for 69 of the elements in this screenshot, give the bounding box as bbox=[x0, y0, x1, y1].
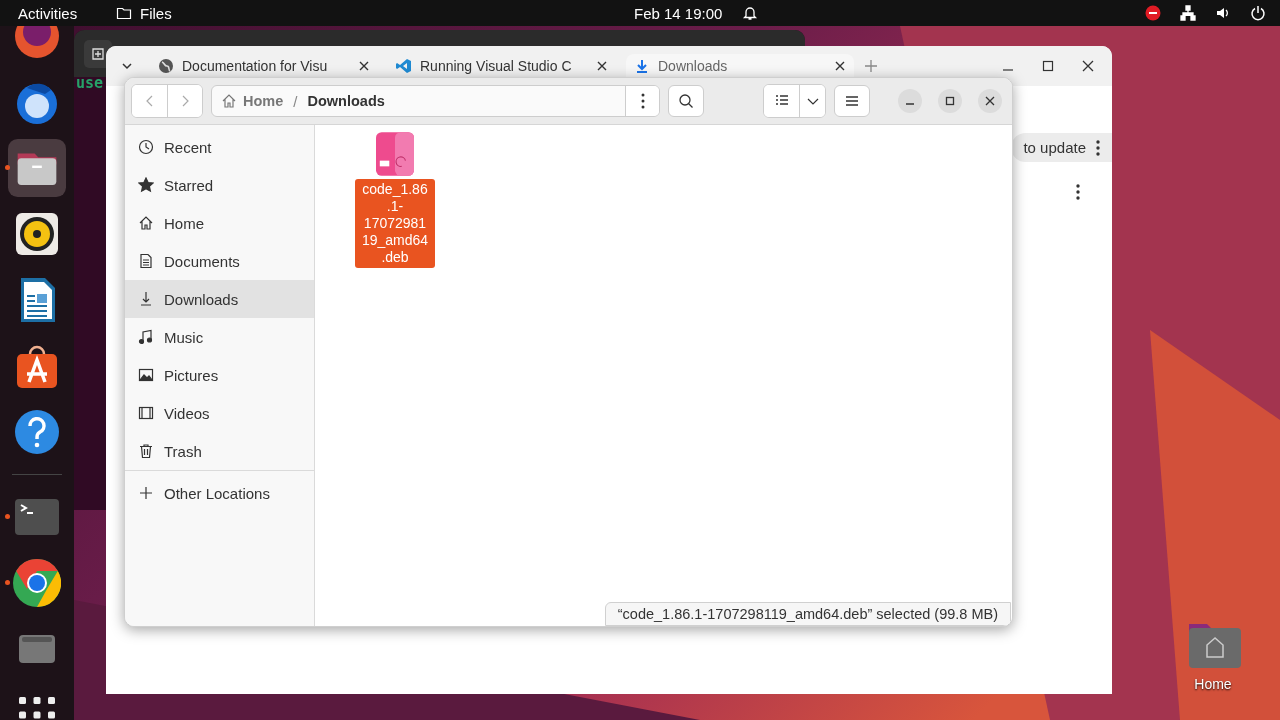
status-bar: “code_1.86.1-1707298119_amd64.deb” selected (99.8 MB) bbox=[604, 602, 1011, 626]
home-icon bbox=[138, 215, 154, 231]
close-icon bbox=[985, 96, 995, 106]
close-icon[interactable] bbox=[834, 60, 846, 72]
trash-icon bbox=[138, 443, 154, 459]
speaker-icon[interactable] bbox=[13, 210, 61, 258]
sidebar-item[interactable]: Trash bbox=[125, 432, 314, 470]
path-segment[interactable]: Downloads bbox=[307, 93, 385, 109]
bell-icon[interactable] bbox=[742, 5, 759, 21]
path-separator: / bbox=[292, 92, 299, 110]
sidebar-item[interactable]: Downloads bbox=[125, 280, 314, 318]
more-icon[interactable] bbox=[1076, 184, 1080, 200]
download-icon bbox=[634, 58, 650, 74]
minimize-button[interactable] bbox=[898, 89, 922, 113]
power-icon[interactable] bbox=[1250, 5, 1266, 21]
search-button[interactable] bbox=[668, 85, 704, 117]
sidebar-item[interactable]: Pictures bbox=[125, 356, 314, 394]
path-segment[interactable]: Home bbox=[243, 93, 284, 109]
volume-icon[interactable] bbox=[1215, 5, 1231, 21]
maximize-icon[interactable] bbox=[1042, 60, 1054, 72]
close-icon[interactable] bbox=[596, 60, 608, 72]
other-locations-item[interactable]: Other Locations bbox=[125, 471, 314, 515]
package-icon[interactable] bbox=[376, 132, 414, 176]
file-name[interactable]: code_1.86.1-1707298119_amd64.deb bbox=[355, 179, 435, 268]
help-icon[interactable] bbox=[13, 408, 61, 456]
more-icon bbox=[1096, 139, 1100, 156]
folder-icon bbox=[116, 5, 132, 21]
menu-icon bbox=[845, 94, 859, 108]
browser-tab[interactable]: Documentation for Visu bbox=[150, 54, 378, 78]
film-icon bbox=[138, 405, 154, 421]
browser-tab[interactable]: Downloads bbox=[626, 54, 854, 78]
more-icon bbox=[640, 93, 645, 109]
desktop-icon-label[interactable]: Home bbox=[1194, 676, 1232, 692]
minimize-icon bbox=[905, 103, 915, 105]
close-button[interactable] bbox=[978, 89, 1002, 113]
clock[interactable]: Feb 14 19:00 bbox=[634, 4, 723, 22]
sidebar-item[interactable]: Home bbox=[125, 204, 314, 242]
file-manager-icon[interactable] bbox=[8, 139, 66, 197]
code-editor-icon bbox=[396, 58, 412, 74]
home-icon bbox=[221, 93, 237, 109]
app-menu[interactable]: Files bbox=[140, 4, 172, 22]
sidebar-item[interactable]: Music bbox=[125, 318, 314, 356]
activities-button[interactable]: Activities bbox=[0, 4, 116, 22]
menu-button[interactable] bbox=[834, 85, 870, 117]
close-icon[interactable] bbox=[1082, 60, 1094, 72]
network-icon[interactable] bbox=[1180, 5, 1196, 21]
globe-icon bbox=[158, 58, 174, 74]
close-icon[interactable] bbox=[358, 60, 370, 72]
document-icon bbox=[138, 253, 154, 269]
plus-icon bbox=[138, 485, 154, 501]
browser-icon[interactable] bbox=[13, 26, 61, 60]
sidebar-item[interactable]: Starred bbox=[125, 166, 314, 204]
maximize-button[interactable] bbox=[938, 89, 962, 113]
list-icon bbox=[774, 94, 789, 108]
star-icon bbox=[138, 177, 154, 193]
chrome-icon[interactable] bbox=[13, 559, 61, 607]
clock-icon bbox=[138, 139, 154, 155]
update-button[interactable]: to update bbox=[1011, 133, 1112, 162]
sidebar-item[interactable]: Videos bbox=[125, 394, 314, 432]
do-not-disturb-icon[interactable] bbox=[1145, 5, 1161, 21]
sidebar-item[interactable]: Recent bbox=[125, 128, 314, 166]
sidebar-item[interactable]: Documents bbox=[125, 242, 314, 280]
download-icon bbox=[138, 291, 154, 307]
maximize-icon bbox=[945, 96, 955, 106]
search-icon bbox=[678, 93, 694, 109]
terminal-prompt: use bbox=[76, 74, 104, 92]
image-icon bbox=[138, 367, 154, 383]
music-note-icon bbox=[138, 329, 154, 345]
browser-tab[interactable]: Running Visual Studio C bbox=[388, 54, 616, 78]
